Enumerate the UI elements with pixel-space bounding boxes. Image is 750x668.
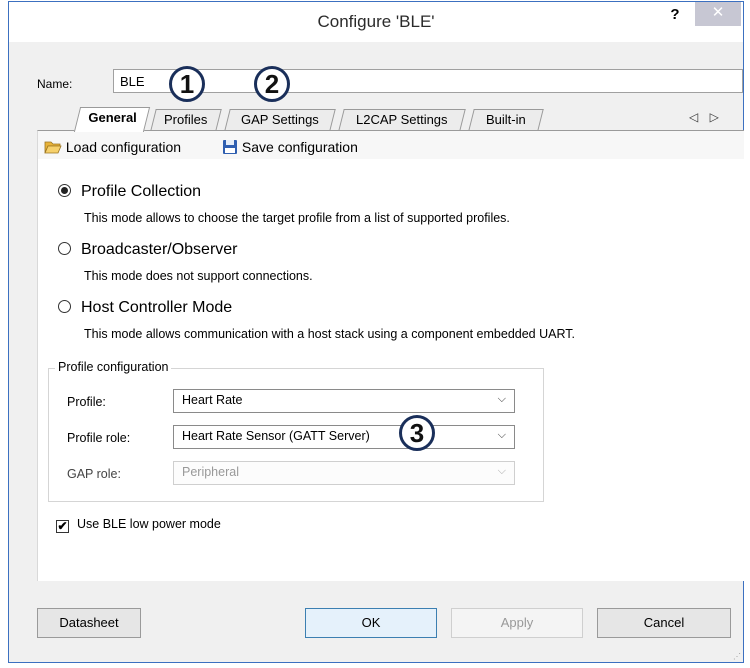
tab-gap-settings[interactable]: GAP Settings [224,109,336,131]
chevron-down-icon: ⌵ [497,465,506,477]
profile-role-select[interactable]: Heart Rate Sensor (GATT Server) ⌵ [173,425,515,449]
gap-role-select-value: Peripheral [182,465,239,479]
radio-indicator [58,300,71,313]
tab-scroll-arrows-icon[interactable]: ◁ ▷ [689,110,723,124]
profile-collection-description: This mode allows to choose the target pr… [84,211,510,225]
profile-configuration-title: Profile configuration [55,360,172,374]
gap-role-select: Peripheral ⌵ [173,461,515,485]
profile-role-select-value: Heart Rate Sensor (GATT Server) [182,429,370,443]
tab-general[interactable]: General [73,107,151,132]
resize-grip-icon[interactable]: ⋰ [733,653,741,661]
tab-built-in-label: Built-in [486,112,526,127]
radio-host-controller-mode[interactable]: Host Controller Mode [58,299,232,317]
tab-general-label: General [88,110,137,125]
gap-role-label: GAP role: [67,467,121,481]
datasheet-button[interactable]: Datasheet [37,608,141,638]
radio-broadcaster-observer[interactable]: Broadcaster/Observer [58,241,238,259]
callout-3: 3 [399,415,435,451]
name-input[interactable] [113,69,743,93]
save-configuration-label: Save configuration [241,139,358,155]
tab-profiles[interactable]: Profiles [150,109,222,131]
radio-host-controller-mode-label: Host Controller Mode [81,299,233,316]
floppy-disk-icon [223,140,237,154]
help-button[interactable]: ? [661,4,689,28]
close-button[interactable]: ✕ [695,2,741,26]
profile-select[interactable]: Heart Rate ⌵ [173,389,515,413]
close-icon: ✕ [711,4,725,21]
low-power-checkbox[interactable]: ✔ Use BLE low power mode [56,517,221,533]
low-power-label: Use BLE low power mode [77,517,221,531]
apply-button: Apply [451,608,583,638]
callout-2: 2 [254,66,290,102]
window-title: Configure 'BLE' [317,12,435,31]
ok-button[interactable]: OK [305,608,437,638]
general-tab-panel: Load configuration Save configuration Pr… [37,130,744,581]
host-controller-mode-description: This mode allows communication with a ho… [84,327,575,341]
tab-built-in[interactable]: Built-in [468,109,544,131]
name-label: Name: [37,77,73,91]
profile-label: Profile: [67,395,106,409]
broadcaster-observer-description: This mode does not support connections. [84,269,313,283]
load-configuration-label: Load configuration [65,139,182,155]
tab-profiles-label: Profiles [164,112,208,127]
radio-indicator [58,184,71,197]
configure-dialog: Configure 'BLE' ? ✕ Name: 1 2 General Pr… [8,1,744,663]
title-bar[interactable]: Configure 'BLE' ? ✕ [9,2,743,42]
radio-profile-collection[interactable]: Profile Collection [58,183,201,201]
tab-l2cap-settings[interactable]: L2CAP Settings [338,109,466,131]
radio-indicator [58,242,71,255]
load-configuration-button[interactable]: Load configuration [44,139,181,159]
tab-strip: General Profiles GAP Settings L2CAP Sett… [39,107,743,132]
cancel-button[interactable]: Cancel [597,608,731,638]
radio-profile-collection-label: Profile Collection [81,183,202,200]
folder-open-icon [44,141,62,154]
tab-gap-settings-label: GAP Settings [241,112,319,127]
tab-l2cap-settings-label: L2CAP Settings [356,112,448,127]
profile-role-label: Profile role: [67,431,131,445]
radio-broadcaster-observer-label: Broadcaster/Observer [81,241,238,258]
toolbar: Load configuration Save configuration [38,131,744,159]
chevron-down-icon: ⌵ [497,393,506,405]
callout-1: 1 [169,66,205,102]
profile-configuration-group: Profile configuration Profile: Heart Rat… [48,360,544,502]
save-configuration-button[interactable]: Save configuration [222,139,358,159]
chevron-down-icon: ⌵ [497,429,506,441]
profile-select-value: Heart Rate [182,393,243,407]
checkmark-icon: ✔ [56,519,69,533]
